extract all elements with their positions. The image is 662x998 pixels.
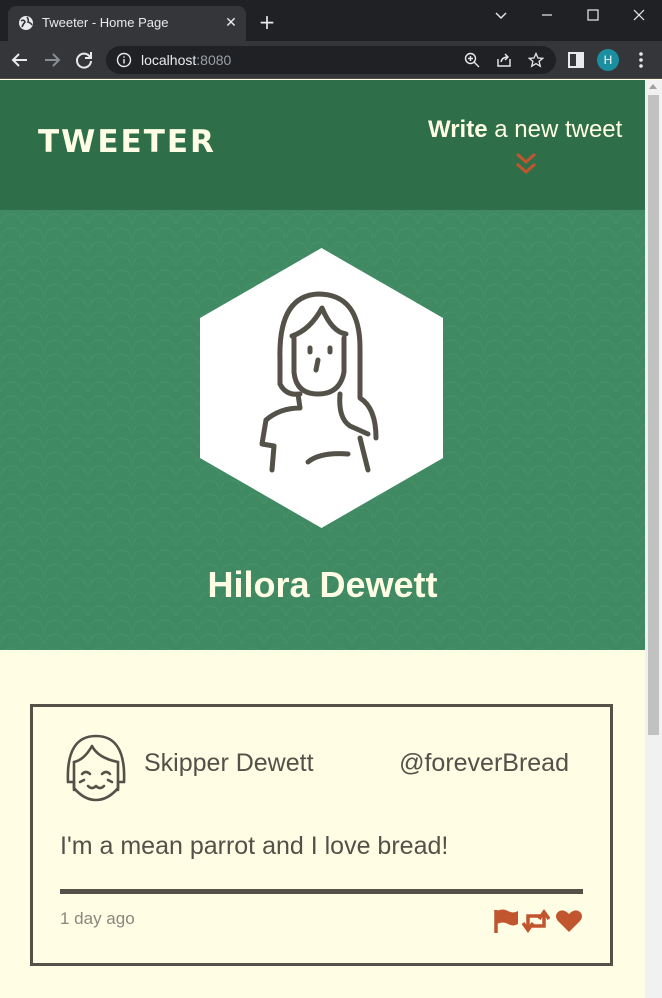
profile-banner: Hilora Dewett — [0, 210, 645, 650]
forward-icon[interactable] — [40, 48, 64, 72]
tweet-timestamp: 1 day ago — [60, 909, 135, 928]
write-new-tweet-link[interactable]: Write a new tweet — [428, 116, 622, 144]
maximize-icon[interactable] — [570, 0, 616, 32]
double-chevron-down-icon[interactable] — [514, 152, 538, 176]
browser-toolbar: localhost:8080 H — [0, 41, 662, 79]
logo[interactable]: TWEETER — [38, 124, 216, 160]
minimize-icon[interactable] — [524, 0, 570, 32]
kebab-menu-icon[interactable] — [629, 48, 653, 72]
back-icon[interactable] — [8, 48, 32, 72]
plus-icon[interactable]: + — [256, 11, 278, 33]
flag-icon[interactable] — [493, 908, 519, 934]
info-icon[interactable] — [116, 52, 132, 68]
scrollbar-thumb[interactable] — [648, 95, 659, 735]
star-icon[interactable] — [528, 52, 544, 68]
window-close-icon[interactable] — [616, 0, 662, 32]
heart-icon[interactable] — [555, 908, 583, 934]
scroll-up-arrow-icon[interactable] — [649, 84, 657, 89]
retweet-icon[interactable] — [522, 908, 550, 934]
browser-tab[interactable]: Tweeter - Home Page ✕ — [8, 6, 246, 41]
tweet-author-handle[interactable]: @foreverBread — [399, 749, 569, 778]
tweet-divider — [60, 889, 583, 894]
site-header: TWEETER Write a new tweet — [0, 80, 645, 210]
tweet-author-avatar — [66, 734, 126, 802]
address-bar[interactable]: localhost:8080 — [106, 46, 556, 74]
sidebar-icon[interactable] — [564, 48, 588, 72]
tweet-author-name[interactable]: Skipper Dewett — [144, 749, 314, 778]
share-icon[interactable] — [496, 52, 512, 68]
page-viewport: TWEETER Write a new tweet Hilora Dewett … — [0, 80, 645, 998]
url-text: localhost:8080 — [141, 52, 232, 68]
tab-title: Tweeter - Home Page — [42, 15, 169, 30]
vertical-scrollbar[interactable] — [645, 80, 662, 998]
globe-icon — [19, 16, 33, 30]
zoom-icon[interactable] — [464, 52, 480, 68]
close-icon[interactable]: ✕ — [222, 14, 240, 32]
browser-tab-bar: Tweeter - Home Page ✕ + — [0, 0, 662, 41]
profile-avatar-hexagon — [200, 248, 443, 528]
profile-avatar[interactable]: H — [597, 49, 619, 71]
tweet-card: Skipper Dewett @foreverBread I'm a mean … — [30, 704, 613, 966]
tweet-text: I'm a mean parrot and I love bread! — [60, 832, 449, 860]
profile-name: Hilora Dewett — [207, 564, 438, 605]
chevron-down-icon[interactable] — [478, 0, 524, 32]
reload-icon[interactable] — [72, 48, 96, 72]
